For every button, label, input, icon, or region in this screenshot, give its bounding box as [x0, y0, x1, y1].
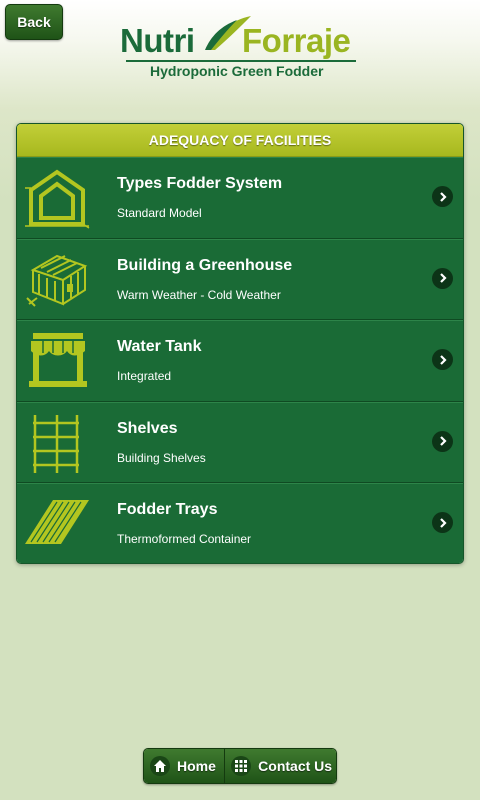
item-title: Water Tank — [117, 338, 202, 355]
greenhouse-icon — [26, 254, 88, 307]
contact-us-button[interactable]: Contact Us — [225, 749, 336, 783]
item-subtitle: Standard Model — [117, 206, 202, 220]
item-subtitle: Building Shelves — [117, 450, 206, 465]
back-button[interactable]: Back — [5, 4, 63, 40]
list-item-building-greenhouse[interactable]: Building a Greenhouse Warm Weather - Col… — [17, 238, 463, 320]
list-item-fodder-trays[interactable]: Fodder Trays Thermoformed Container — [17, 483, 463, 563]
chevron-right-icon — [432, 349, 453, 370]
logo-word-forraje: Forraje — [242, 22, 351, 59]
item-title: Building a Greenhouse — [117, 256, 293, 274]
item-subtitle: Integrated — [117, 369, 172, 383]
logo-word-nutri: Nutri — [120, 22, 195, 59]
logo-tagline: Hydroponic Green Fodder — [150, 63, 324, 79]
shelves-icon — [33, 414, 79, 473]
tray-icon — [25, 500, 89, 544]
item-subtitle: Thermoformed Container — [117, 532, 252, 546]
logo-divider — [126, 60, 356, 62]
chevron-right-icon — [432, 186, 453, 207]
panel-title: ADEQUACY OF FACILITIES — [17, 124, 463, 157]
home-icon — [150, 756, 170, 776]
chevron-right-icon — [432, 267, 453, 289]
item-title: Types Fodder System — [117, 175, 283, 192]
house-frame-icon — [25, 169, 90, 229]
item-title: Shelves — [117, 419, 178, 437]
facilities-panel: ADEQUACY OF FACILITIES Types Fodder Syst… — [16, 123, 464, 564]
contact-us-label: Contact Us — [258, 758, 333, 774]
chevron-right-icon — [432, 512, 453, 533]
chevron-right-icon — [432, 430, 453, 452]
footer-nav: Home Contact Us — [143, 748, 337, 784]
grid-icon — [231, 756, 252, 776]
item-title: Fodder Trays — [117, 501, 218, 518]
water-tank-icon — [29, 333, 87, 387]
list-item-types-fodder-system[interactable]: Types Fodder System Standard Model — [17, 157, 463, 239]
home-button[interactable]: Home — [144, 749, 226, 783]
nutriforraje-logo: Nutri Forraje Hydroponic Green Fodder — [120, 14, 360, 80]
list-item-shelves[interactable]: Shelves Building Shelves — [17, 401, 463, 483]
list-item-water-tank[interactable]: Water Tank Integrated — [17, 320, 463, 402]
home-label: Home — [177, 758, 216, 774]
item-subtitle: Warm Weather - Cold Weather — [117, 287, 281, 302]
